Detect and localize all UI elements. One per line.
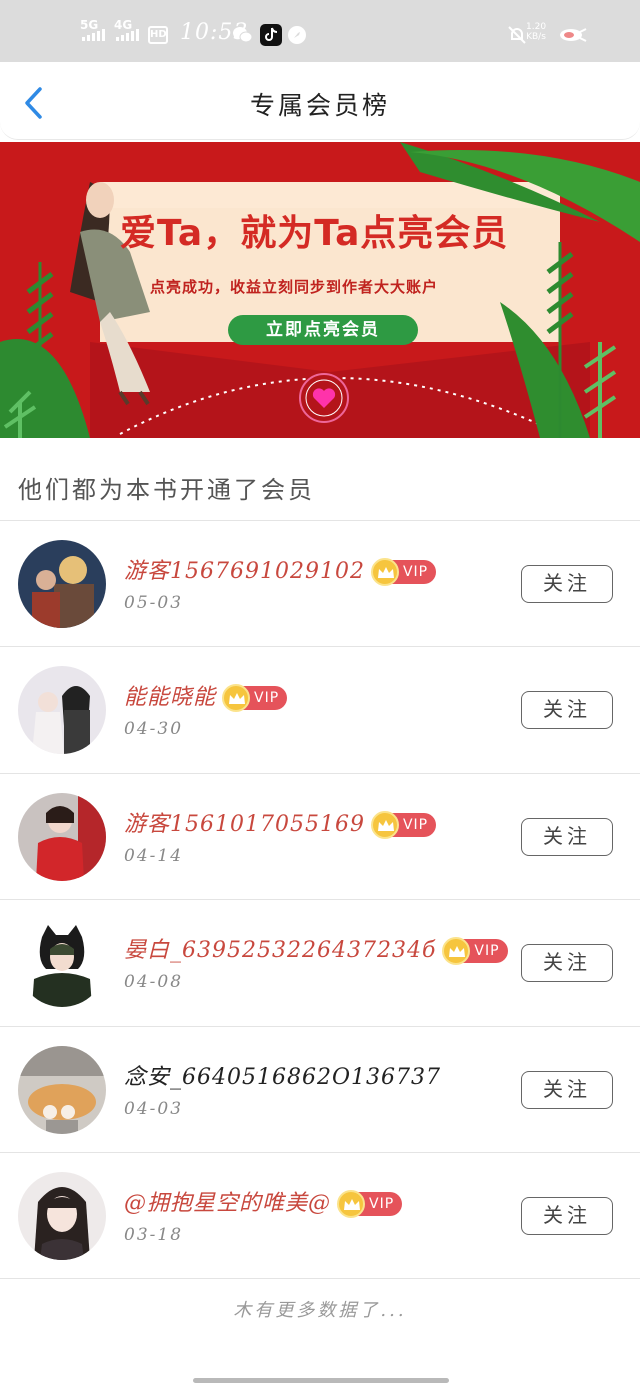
- home-indicator[interactable]: [193, 1378, 449, 1383]
- avatar[interactable]: [18, 1045, 106, 1134]
- vip-badge: VIP: [222, 684, 288, 713]
- nav-bar: 专属会员榜: [0, 62, 640, 140]
- crown-icon: [370, 810, 399, 839]
- vip-label: VIP: [369, 1195, 395, 1212]
- member-date: 04-14: [124, 845, 184, 866]
- section-title: 他们都为本书开通了会员: [18, 476, 315, 504]
- vip-badge: VIP: [370, 558, 437, 586]
- member-name: @拥抱星空的唯美@ VIP: [124, 1185, 403, 1218]
- crown-icon: [442, 937, 471, 966]
- member-name-text: 念安_6640516862O136737: [124, 1064, 441, 1090]
- member-name: 晏白_6395253226437234б VIP: [124, 932, 508, 966]
- member-date: 05-03: [124, 593, 184, 613]
- page-title: 专属会员榜: [249, 91, 390, 120]
- battery-icon: [558, 24, 588, 46]
- member-name-text: @拥抱星空的唯美@: [124, 1190, 332, 1216]
- net-speed-value: 1.20: [526, 22, 547, 32]
- hd-badge: HD: [148, 26, 168, 44]
- promo-banner[interactable]: 爱Ta，就为Ta点亮会员 点亮成功，收益立刻同步到作者大大账户 立即点亮会员: [0, 142, 640, 438]
- list-item[interactable]: @拥抱星空的唯美@ VIP 03-18 关注: [0, 1153, 640, 1280]
- avatar[interactable]: [18, 1171, 106, 1260]
- signal-bars-icon: [116, 29, 139, 41]
- follow-button[interactable]: 关注: [521, 1196, 613, 1235]
- no-more-data-text: 木有更多数据了...: [233, 1300, 407, 1321]
- light-up-member-button[interactable]: 立即点亮会员: [228, 315, 418, 345]
- net-speed-unit: KB/s: [526, 32, 546, 42]
- member-name: 能能晓能 VIP: [124, 679, 288, 713]
- avatar[interactable]: [18, 919, 106, 1008]
- follow-button[interactable]: 关注: [521, 565, 613, 603]
- crown-icon: [222, 684, 251, 713]
- avatar[interactable]: [18, 540, 106, 628]
- member-date: 04-03: [124, 1098, 184, 1119]
- member-list: 游客1567691029102 VIP 05-03 关注 能能晓能 VIP 04-3…: [0, 521, 640, 1280]
- list-item[interactable]: 游客1561017055169 VIP 04-14 关注: [0, 774, 640, 901]
- signal-bars-icon: [82, 29, 105, 41]
- vip-label: VIP: [402, 564, 429, 580]
- member-date: 04-30: [124, 719, 184, 740]
- banner-headline: 爱Ta，就为Ta点亮会员: [120, 213, 509, 254]
- member-name-text: 能能晓能: [124, 685, 217, 711]
- avatar[interactable]: [18, 792, 106, 881]
- avatar[interactable]: [18, 666, 106, 755]
- crown-icon: [337, 1189, 366, 1218]
- list-item[interactable]: 念安_6640516862O136737 04-03 关注: [0, 1027, 640, 1153]
- follow-button[interactable]: 关注: [521, 817, 613, 856]
- member-date: 03-18: [124, 1224, 184, 1245]
- member-name-text: 游客1561017055169: [124, 811, 365, 837]
- follow-button[interactable]: 关注: [521, 691, 613, 730]
- banner-subtitle: 点亮成功，收益立刻同步到作者大大账户: [150, 278, 439, 296]
- member-name: 念安_6640516862O136737: [124, 1059, 441, 1091]
- mute-bell-icon: [506, 24, 528, 46]
- vip-badge: VIP: [370, 810, 437, 839]
- net-speed: 1.20 KB/s: [526, 22, 546, 42]
- member-name: 游客1567691029102 VIP: [124, 553, 437, 586]
- crown-icon: [370, 558, 399, 586]
- compass-icon: [286, 24, 308, 46]
- tiktok-icon: [260, 24, 282, 46]
- list-item[interactable]: 能能晓能 VIP 04-30 关注: [0, 647, 640, 774]
- status-bar: 5G 4G HD 10:53 1.20 KB/s: [0, 0, 640, 62]
- list-item[interactable]: 游客1567691029102 VIP 05-03 关注: [0, 521, 640, 648]
- member-date: 04-08: [124, 972, 184, 993]
- vip-badge: VIP: [442, 937, 508, 966]
- member-name: 游客1561017055169 VIP: [124, 806, 437, 839]
- follow-button[interactable]: 关注: [521, 1070, 613, 1109]
- vip-badge: VIP: [337, 1189, 403, 1218]
- wechat-icon: [232, 24, 254, 46]
- vip-label: VIP: [474, 943, 500, 960]
- member-name-text: 游客1567691029102: [124, 559, 365, 584]
- vip-label: VIP: [402, 816, 429, 833]
- list-item[interactable]: 晏白_6395253226437234б VIP 04-08 关注: [0, 900, 640, 1027]
- vip-label: VIP: [254, 690, 280, 707]
- member-name-text: 晏白_6395253226437234б: [124, 938, 437, 964]
- follow-button[interactable]: 关注: [521, 944, 613, 983]
